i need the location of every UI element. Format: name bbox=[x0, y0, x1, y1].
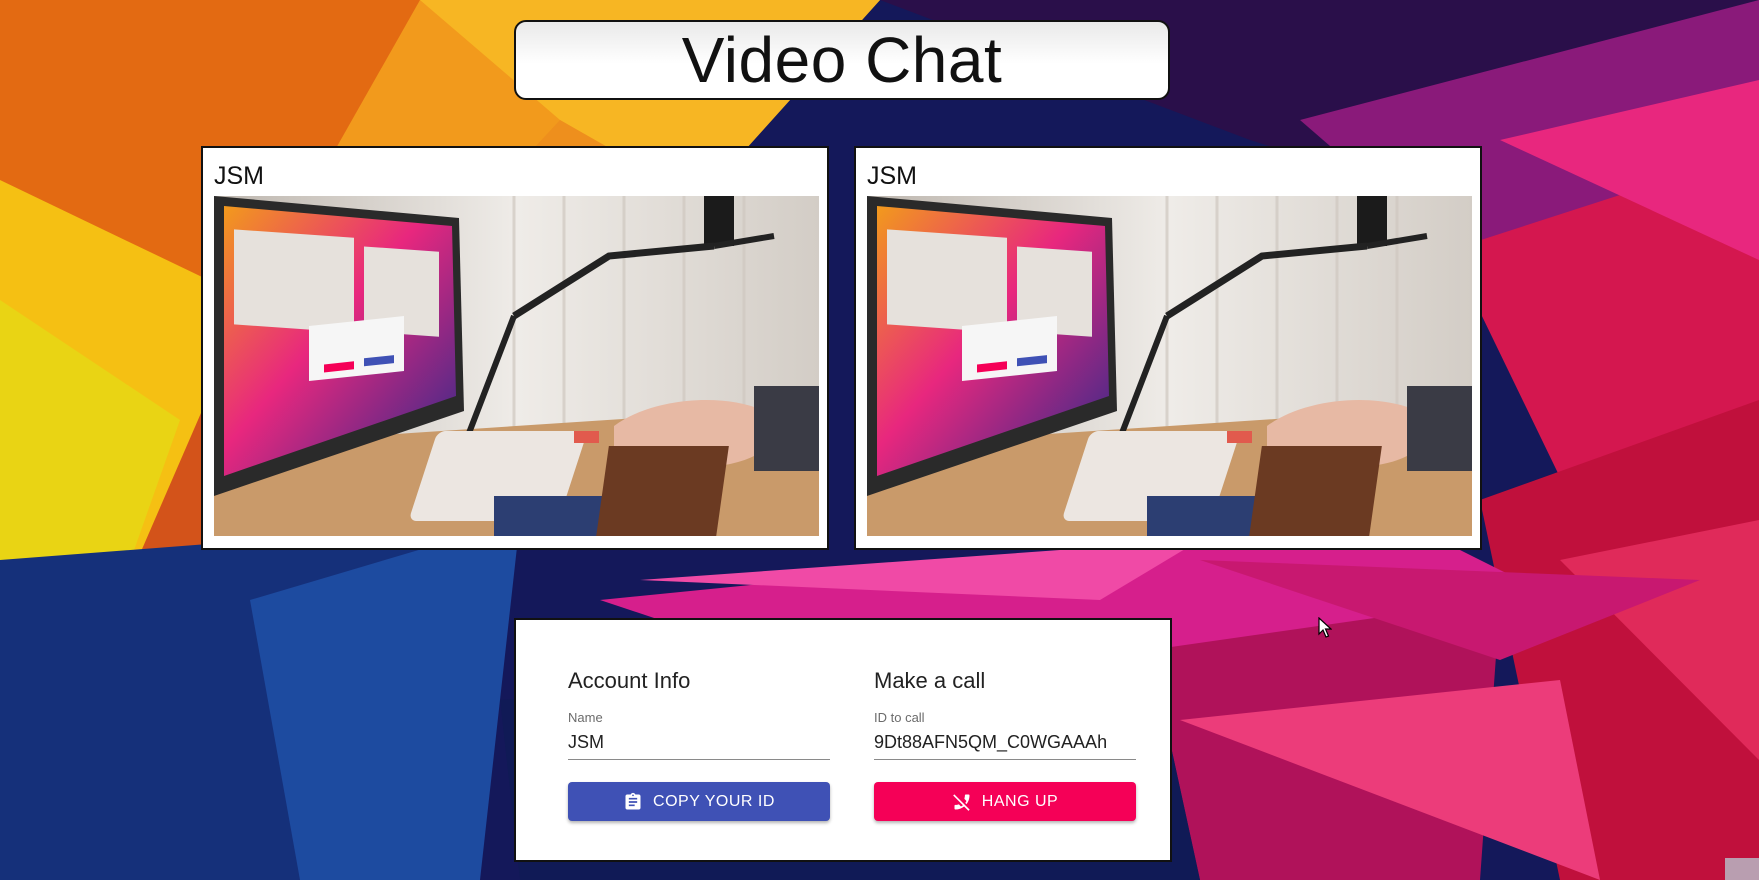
clipboard-icon bbox=[623, 792, 643, 812]
corner-scroll-handle[interactable] bbox=[1725, 858, 1759, 880]
video-name-label: JSM bbox=[214, 162, 264, 190]
mouse-cursor-icon bbox=[1318, 617, 1332, 638]
account-info-heading: Account Info bbox=[568, 668, 691, 693]
copy-id-button[interactable]: COPY YOUR ID bbox=[568, 782, 830, 821]
make-call-heading: Make a call bbox=[874, 668, 986, 693]
video-stream bbox=[214, 196, 819, 536]
hang-up-button-label: HANG UP bbox=[981, 792, 1059, 810]
copy-id-button-label: COPY YOUR ID bbox=[653, 792, 775, 810]
name-field: Name bbox=[568, 710, 830, 760]
id-to-call-label: ID to call bbox=[874, 710, 925, 725]
name-input[interactable] bbox=[568, 725, 830, 760]
app-title-bar: Video Chat bbox=[514, 20, 1170, 100]
page-title: Video Chat bbox=[681, 24, 1003, 96]
id-to-call-field: ID to call bbox=[874, 710, 1136, 760]
make-call-section: Make a call ID to call HANG UP bbox=[874, 668, 1136, 821]
phone-disabled-icon bbox=[952, 792, 972, 812]
video-tile-my-video: JSM bbox=[201, 146, 829, 550]
hang-up-button[interactable]: HANG UP bbox=[874, 782, 1136, 821]
name-field-label: Name bbox=[568, 710, 603, 725]
video-name-label: JSM bbox=[867, 162, 917, 190]
account-info-section: Account Info Name COPY YOUR ID bbox=[568, 668, 830, 821]
options-panel: Account Info Name COPY YOUR ID Make a ca… bbox=[514, 618, 1172, 862]
id-to-call-input[interactable] bbox=[874, 725, 1136, 760]
video-tile-user-video: JSM bbox=[854, 146, 1482, 550]
video-stream bbox=[867, 196, 1472, 536]
